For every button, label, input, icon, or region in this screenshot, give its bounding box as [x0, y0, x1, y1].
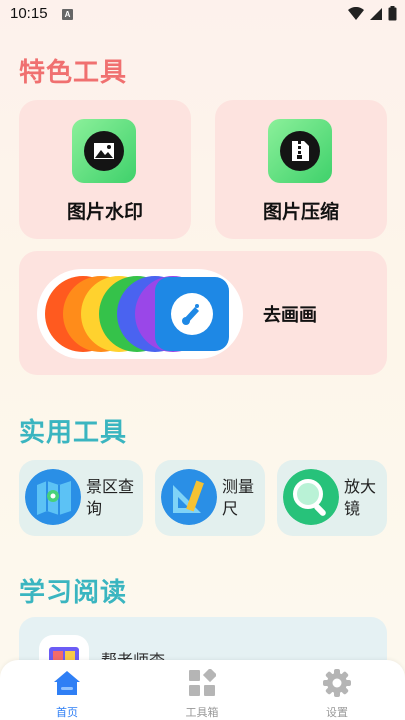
study-section-title: 学习阅读: [19, 578, 128, 608]
practical-section-title: 实用工具: [19, 418, 128, 448]
wifi-icon: [348, 6, 364, 20]
scenic-query-label-1: 景区查: [86, 477, 135, 496]
magnifier-card[interactable]: 放大 镜: [277, 460, 387, 536]
featured-section-title: 特色工具: [19, 58, 128, 88]
scenic-query-label-2: 询: [86, 499, 103, 518]
magnifier-label-2: 镜: [344, 499, 361, 518]
tab-toolbox-label: 工具箱: [185, 706, 219, 719]
status-time: 10:15: [10, 5, 48, 22]
draw-label: 去画画: [263, 305, 317, 326]
zip-file-icon: [268, 119, 332, 183]
compress-card[interactable]: 图片压缩: [215, 100, 387, 239]
image-icon: [72, 119, 136, 183]
status-bar: 10:15 A: [0, 0, 405, 30]
ruler-label-1: 测量: [222, 477, 255, 496]
home-icon: [54, 671, 80, 695]
ruler-label-2: 尺: [222, 499, 239, 518]
tab-settings-label: 设置: [326, 706, 348, 719]
ruler-icon: [161, 469, 217, 525]
tab-toolbox[interactable]: 工具箱: [162, 660, 242, 720]
toolbox-icon: [189, 669, 216, 696]
tab-home-label: 首页: [56, 706, 78, 719]
tab-home[interactable]: 首页: [27, 660, 107, 720]
compress-label: 图片压缩: [262, 201, 339, 223]
bottom-tab-bar: 首页 工具箱 设置: [0, 660, 405, 720]
ruler-card[interactable]: 测量 尺: [155, 460, 265, 536]
signal-icon: [370, 7, 382, 20]
magnifier-label-1: 放大: [344, 477, 377, 496]
scenic-query-card[interactable]: 景区查 询: [19, 460, 143, 536]
watermark-card[interactable]: 图片水印: [19, 100, 191, 239]
notification-icon: A: [62, 9, 73, 20]
map-icon: [25, 469, 81, 525]
gear-icon: [323, 669, 351, 697]
draw-card[interactable]: 去画画: [19, 251, 387, 375]
palette-icon: [37, 269, 243, 359]
battery-icon: [388, 6, 397, 21]
watermark-label: 图片水印: [66, 201, 143, 223]
magnifier-icon: [283, 469, 339, 525]
tab-settings[interactable]: 设置: [297, 660, 377, 720]
status-icons: [348, 6, 397, 21]
